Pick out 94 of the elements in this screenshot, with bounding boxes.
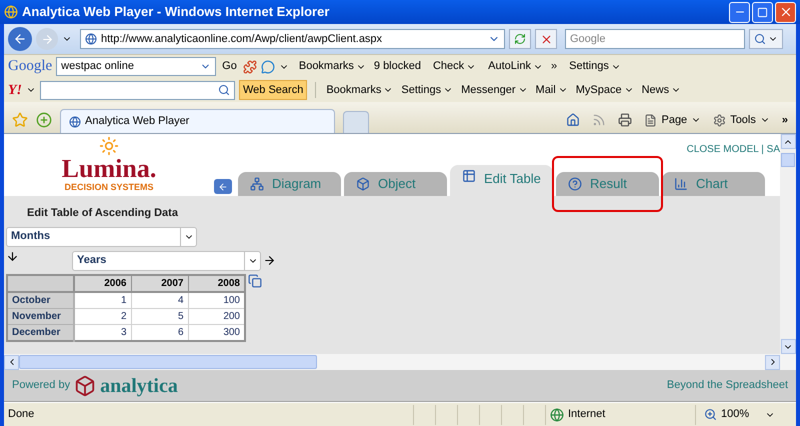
right-arrow-icon <box>40 32 54 46</box>
back-button[interactable] <box>8 27 32 51</box>
close-button[interactable] <box>775 2 796 22</box>
toolbar-button[interactable]: » <box>548 58 560 75</box>
search-field[interactable]: Google <box>565 29 745 49</box>
toolbar-button[interactable]: Go <box>220 58 239 75</box>
table-cell[interactable]: 2 <box>74 308 131 324</box>
refresh-button[interactable] <box>509 29 531 49</box>
search-button[interactable] <box>749 29 783 49</box>
search-icon <box>754 33 766 45</box>
bar-chart-icon <box>674 177 688 191</box>
network-icon <box>250 177 264 191</box>
google-logo: Google <box>8 57 52 76</box>
zone-text: Internet <box>568 407 606 422</box>
table-cell[interactable]: 5 <box>131 308 188 324</box>
zoom-in-icon <box>704 408 717 421</box>
down-arrow-icon <box>6 250 19 262</box>
sunburst-icon <box>99 136 119 156</box>
table-icon <box>462 169 476 183</box>
favorites-star-icon <box>12 112 28 128</box>
puzzle-icon <box>242 60 257 74</box>
home-icon <box>566 113 580 127</box>
globe-icon <box>4 5 18 19</box>
stop-icon <box>540 32 552 46</box>
left-arrow-icon <box>218 182 228 192</box>
toolbar-menu[interactable]: Mail <box>534 82 570 98</box>
browser-tab[interactable]: Analytica Web Player <box>60 109 335 133</box>
help-icon <box>568 177 582 191</box>
column-header: 2007 <box>131 274 188 292</box>
horizontal-scroll-thumb[interactable] <box>19 355 317 369</box>
scroll-right-button[interactable] <box>765 354 780 370</box>
yahoo-search-field[interactable] <box>40 80 235 100</box>
google-search-field[interactable]: westpac online <box>56 57 216 76</box>
right-arrow-icon <box>263 254 276 266</box>
slogan-text: Beyond the Spreadsheet <box>666 378 788 394</box>
column-header: 2008 <box>188 274 245 292</box>
globe-icon <box>550 408 564 422</box>
printer-icon <box>618 113 632 127</box>
toolbar-menu[interactable]: Bookmarks <box>296 58 368 75</box>
copy-icon[interactable] <box>248 274 262 288</box>
scroll-left-button[interactable] <box>4 354 19 370</box>
zoom-button[interactable]: 100% <box>695 404 775 424</box>
add-favorite-icon <box>36 112 52 128</box>
table-cell[interactable]: 6 <box>131 324 188 340</box>
toolbar-menu[interactable]: Settings <box>567 58 623 75</box>
cube-icon <box>356 177 370 191</box>
maximize-button[interactable] <box>752 2 773 22</box>
row-header: December <box>7 324 74 340</box>
page-icon <box>644 114 658 126</box>
maximize-icon <box>757 6 768 18</box>
gear-icon <box>713 114 726 126</box>
toolbar-menu[interactable]: Check <box>430 58 478 75</box>
search-icon <box>218 84 230 96</box>
table-cell[interactable]: 300 <box>188 324 245 340</box>
back-to-parent-button[interactable] <box>214 179 232 194</box>
top-links[interactable]: CLOSE MODEL | SA <box>686 142 780 157</box>
page-tab[interactable]: Edit Table <box>450 165 553 196</box>
yahoo-logo: Y! <box>8 82 22 100</box>
table-title: Edit Table of Ascending Data <box>27 206 179 221</box>
column-header: 2006 <box>74 274 131 292</box>
toolbar-menu[interactable]: Bookmarks <box>324 82 396 98</box>
powered-by-text: Powered by <box>12 378 70 394</box>
status-text: Done <box>8 407 36 422</box>
scroll-down-button[interactable] <box>780 339 796 354</box>
window-title: Analytica Web Player - Windows Internet Explorer <box>22 3 330 22</box>
scroll-thumb[interactable] <box>781 153 795 167</box>
lumina-logo: Lumina. <box>62 156 156 182</box>
minimize-button[interactable] <box>729 2 750 22</box>
feed-icon <box>592 113 606 127</box>
command-menu[interactable]: Tools <box>713 112 770 128</box>
table-cell[interactable]: 3 <box>74 324 131 340</box>
row-index-dropdown[interactable]: Months <box>6 226 197 246</box>
row-header: November <box>7 308 74 324</box>
toolbar-menu[interactable]: MySpace <box>574 82 636 98</box>
globe-icon <box>69 116 81 128</box>
toolbar-menu[interactable]: AutoLink <box>486 58 545 75</box>
page-icon <box>85 33 97 45</box>
refresh-icon <box>514 33 526 45</box>
more-button[interactable]: » <box>782 112 788 128</box>
analytica-logo: analytica <box>100 374 178 398</box>
speech-bubble-icon <box>260 60 275 74</box>
cube-icon <box>74 374 96 396</box>
logo-tagline: DECISION SYSTEMS <box>64 182 154 194</box>
column-index-dropdown[interactable]: Years <box>72 250 261 270</box>
toolbar-menu[interactable]: News <box>640 82 684 98</box>
toolbar-button[interactable]: 9 blocked <box>372 58 423 75</box>
toolbar-menu[interactable]: Messenger <box>459 82 530 98</box>
toolbar-menu[interactable]: Settings <box>399 82 456 98</box>
address-field[interactable]: http://www.analyticaonline.com/Awp/client/awpClient.aspx <box>80 29 505 49</box>
table-cell[interactable]: 200 <box>188 308 245 324</box>
web-search-button[interactable]: Web Search <box>239 80 308 100</box>
stop-button[interactable] <box>535 29 557 49</box>
scroll-up-button[interactable] <box>780 134 796 149</box>
command-menu[interactable]: Page <box>644 112 702 128</box>
